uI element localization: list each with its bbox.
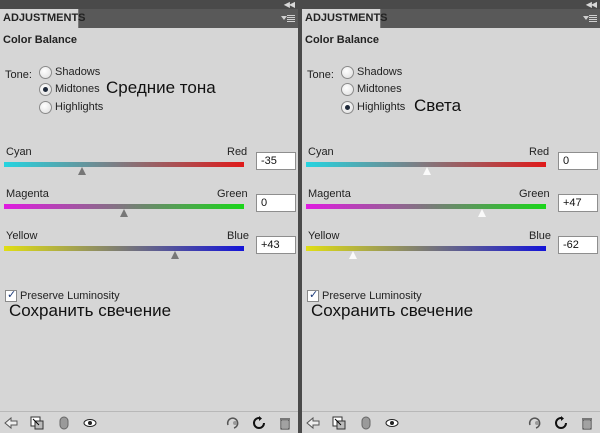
clip-to-layer-icon[interactable]	[332, 416, 346, 430]
cyan-red-slider-thumb[interactable]	[78, 167, 86, 175]
slider-right-label: Blue	[529, 230, 552, 242]
reset-icon[interactable]	[554, 416, 568, 430]
radio-shadows[interactable]	[39, 66, 52, 79]
cyan-red-value-field[interactable]: -35	[256, 152, 296, 170]
radio-label-highlights[interactable]: Highlights	[55, 101, 103, 113]
slider-left-label: Magenta	[308, 188, 351, 200]
radio-shadows[interactable]	[341, 66, 354, 79]
adjustments-panel-highlights: ◀◀ ADJUSTMENTS Color Balance Tone: Shado…	[302, 0, 600, 433]
checkmark-icon: ✓	[7, 289, 17, 301]
radio-label-shadows[interactable]: Shadows	[357, 66, 402, 78]
collapse-arrows-icon[interactable]: ◀◀	[586, 0, 597, 9]
tone-label: Tone:	[5, 69, 32, 81]
yellow-blue-value-field[interactable]: +43	[256, 236, 296, 254]
view-previous-state-icon[interactable]	[528, 416, 542, 430]
view-previous-state-icon[interactable]	[226, 416, 240, 430]
back-arrow-icon[interactable]	[306, 416, 320, 430]
slider-right-label: Green	[519, 188, 550, 200]
checkmark-icon: ✓	[309, 289, 319, 301]
preserve-annotation: Сохранить свечение	[311, 301, 474, 320]
magenta-green-slider-thumb[interactable]	[478, 209, 486, 217]
radio-label-midtones[interactable]: Midtones	[357, 83, 402, 95]
adjustments-panels: ◀◀ ADJUSTMENTS Color Balance Tone: Shado…	[0, 0, 600, 433]
magenta-green-value-field[interactable]: 0	[256, 194, 296, 212]
radio-midtones[interactable]	[39, 83, 52, 96]
tone-label: Tone:	[307, 69, 334, 81]
slider-right-label: Blue	[227, 230, 250, 242]
trash-icon[interactable]	[278, 416, 292, 430]
reset-icon[interactable]	[252, 416, 266, 430]
preserve-annotation: Сохранить свечение	[9, 301, 172, 320]
tab-adjustments[interactable]: ADJUSTMENTS	[302, 9, 388, 28]
yellow-blue-slider-thumb[interactable]	[349, 251, 357, 259]
panel-bottom-toolbar	[0, 411, 298, 433]
cyan-red-slider-thumb[interactable]	[423, 167, 431, 175]
magenta-green-value-field[interactable]: +47	[558, 194, 598, 212]
panel-menu-icon[interactable]	[583, 13, 597, 24]
radio-label-shadows[interactable]: Shadows	[55, 66, 100, 78]
eye-icon[interactable]	[385, 416, 399, 430]
panel-menu-icon[interactable]	[281, 13, 295, 24]
magenta-green-slider-track[interactable]	[306, 204, 546, 209]
yellow-blue-slider-track[interactable]	[306, 246, 546, 251]
slider-right-label: Red	[227, 146, 248, 158]
clip-to-layer-icon[interactable]	[30, 416, 44, 430]
slider-left-label: Cyan	[6, 146, 32, 158]
slider-right-label: Green	[217, 188, 248, 200]
radio-highlights[interactable]	[39, 101, 52, 114]
yellow-blue-slider-thumb[interactable]	[171, 251, 179, 259]
eye-icon[interactable]	[83, 416, 97, 430]
adjustments-panel-midtones: ◀◀ ADJUSTMENTS Color Balance Tone: Shado…	[0, 0, 298, 433]
panel-bottom-toolbar	[302, 411, 600, 433]
collapse-arrows-icon[interactable]: ◀◀	[284, 0, 295, 9]
back-arrow-icon[interactable]	[4, 416, 18, 430]
tab-adjustments[interactable]: ADJUSTMENTS	[0, 9, 86, 28]
radio-midtones[interactable]	[341, 83, 354, 96]
radio-highlights[interactable]	[341, 101, 354, 114]
visibility-toggle-icon[interactable]	[57, 416, 71, 430]
panel-top-strip: ◀◀	[302, 0, 600, 9]
tone-annotation: Света	[414, 96, 462, 115]
slider-left-label: Yellow	[6, 230, 38, 242]
yellow-blue-value-field[interactable]: -62	[558, 236, 598, 254]
adjustment-title: Color Balance	[305, 34, 379, 46]
panel-top-strip: ◀◀	[0, 0, 298, 9]
radio-label-midtones[interactable]: Midtones	[55, 83, 100, 95]
visibility-toggle-icon[interactable]	[359, 416, 373, 430]
slider-left-label: Cyan	[308, 146, 334, 158]
slider-right-label: Red	[529, 146, 550, 158]
adjustment-title: Color Balance	[3, 34, 77, 46]
tone-annotation: Средние тона	[106, 78, 216, 97]
radio-label-highlights[interactable]: Highlights	[357, 101, 405, 113]
cyan-red-value-field[interactable]: 0	[558, 152, 598, 170]
yellow-blue-slider-track[interactable]	[4, 246, 244, 251]
magenta-green-slider-thumb[interactable]	[120, 209, 128, 217]
cyan-red-slider-track[interactable]	[4, 162, 244, 167]
trash-icon[interactable]	[580, 416, 594, 430]
slider-left-label: Yellow	[308, 230, 340, 242]
slider-left-label: Magenta	[6, 188, 49, 200]
